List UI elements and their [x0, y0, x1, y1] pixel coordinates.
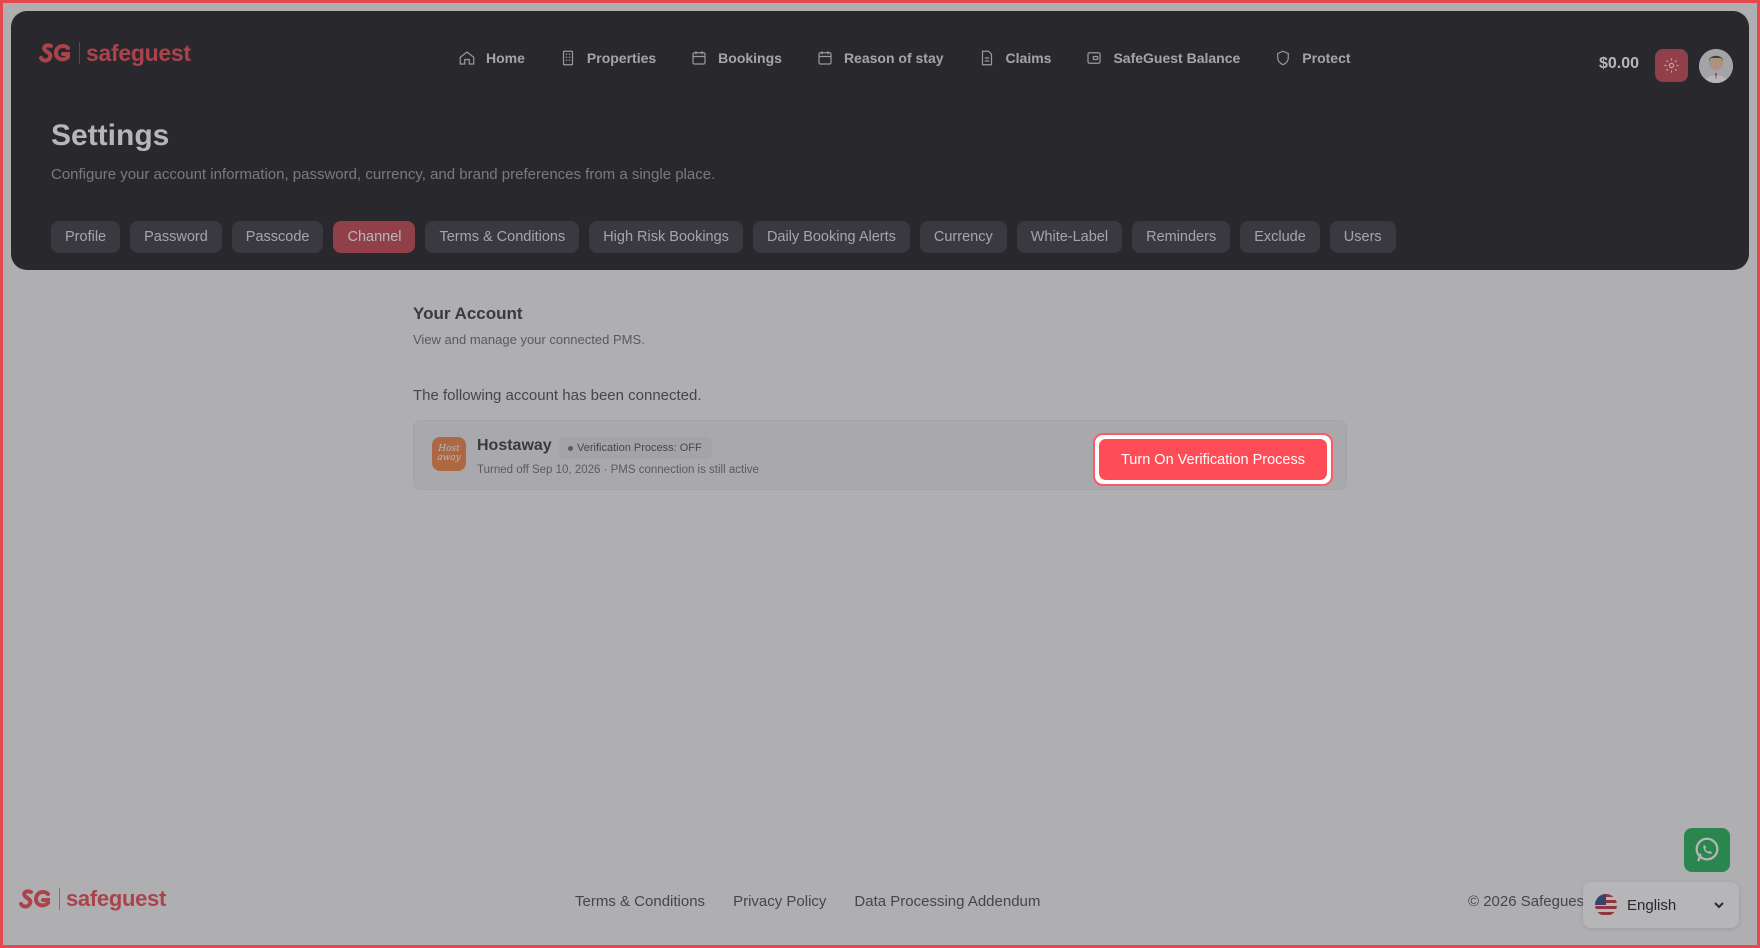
gear-icon [1664, 58, 1679, 73]
nav-protect[interactable]: Protect [1274, 49, 1351, 67]
us-flag-icon [1595, 894, 1617, 916]
pms-meta: Turned off Sep 10, 2026 · PMS connection… [477, 464, 759, 476]
section-title: Your Account [413, 304, 523, 323]
whatsapp-button[interactable] [1684, 828, 1730, 872]
footer-brand-name: safeguest [66, 886, 167, 911]
cta-focus-ring: Turn On Verification Process [1093, 433, 1333, 486]
language-selector[interactable]: English [1583, 882, 1739, 928]
nav-bookings[interactable]: Bookings [690, 49, 782, 67]
status-dot-icon [568, 445, 573, 451]
verification-status-label: Verification Process: OFF [577, 442, 702, 454]
main-nav: Home Properties Bookings Reason of stay … [458, 49, 1351, 67]
footer-link-terms[interactable]: Terms & Conditions [575, 893, 705, 910]
tab-terms-conditions[interactable]: Terms & Conditions [425, 221, 580, 253]
language-label: English [1627, 896, 1677, 914]
verification-status-badge: Verification Process: OFF [558, 437, 712, 459]
nav-claims-label: Claims [1005, 50, 1052, 66]
tab-exclude[interactable]: Exclude [1240, 221, 1320, 253]
nav-reason-of-stay[interactable]: Reason of stay [816, 49, 944, 67]
footer-link-dpa[interactable]: Data Processing Addendum [854, 893, 1040, 910]
tab-channel[interactable]: Channel [333, 221, 416, 253]
footer-link-privacy[interactable]: Privacy Policy [733, 893, 826, 910]
nav-properties[interactable]: Properties [559, 49, 656, 67]
nav-protect-label: Protect [1302, 50, 1351, 66]
nav-bookings-label: Bookings [718, 50, 782, 66]
nav-reason-of-stay-label: Reason of stay [843, 50, 944, 66]
page-title: Settings [51, 119, 170, 152]
home-icon [459, 51, 475, 65]
nav-safeguest-balance-label: SafeGuest Balance [1113, 50, 1241, 66]
calendar-icon [692, 51, 706, 65]
turn-on-verification-button[interactable]: Turn On Verification Process [1099, 439, 1327, 480]
chevron-down-icon [1713, 898, 1725, 910]
nav-home-label: Home [486, 50, 525, 66]
settings-button[interactable] [1655, 49, 1688, 82]
nav-claims[interactable]: Claims [978, 49, 1052, 67]
building-icon [562, 50, 574, 66]
nav-safeguest-balance[interactable]: SafeGuest Balance [1085, 49, 1240, 67]
tab-white-label[interactable]: White-Label [1016, 221, 1123, 253]
tab-password[interactable]: Password [130, 221, 222, 253]
pms-name: Hostaway [477, 437, 552, 454]
calendar-icon [818, 51, 832, 65]
logo-separator [59, 888, 60, 910]
tab-currency[interactable]: Currency [919, 221, 1007, 253]
tab-high-risk-bookings[interactable]: High Risk Bookings [589, 221, 743, 253]
footer-links: Terms & Conditions Privacy Policy Data P… [575, 893, 1040, 910]
tab-reminders[interactable]: Reminders [1132, 221, 1231, 253]
brand-logo[interactable]: safeguest [39, 39, 191, 67]
avatar-icon [1699, 49, 1733, 83]
logo-separator [79, 42, 80, 64]
safeguest-logo-icon [19, 889, 50, 909]
nav-home[interactable]: Home [458, 49, 525, 67]
hostaway-logo: Host away [432, 437, 466, 471]
footer-logo[interactable]: safeguest [19, 885, 166, 913]
safeguest-logo-icon [39, 43, 70, 63]
nav-properties-label: Properties [586, 50, 657, 66]
tab-users[interactable]: Users [1329, 221, 1396, 253]
wallet-icon [1087, 52, 1102, 64]
tab-passcode[interactable]: Passcode [231, 221, 324, 253]
tab-profile[interactable]: Profile [51, 221, 121, 253]
brand-name: safeguest [86, 39, 191, 66]
shield-icon [1277, 50, 1290, 66]
user-avatar[interactable] [1699, 49, 1733, 83]
connected-text: The following account has been connected… [413, 387, 702, 404]
section-subtitle: View and manage your connected PMS. [413, 332, 645, 347]
copyright-text: © 2026 Safeguest [1468, 893, 1588, 910]
balance-amount: $0.00 [1599, 55, 1640, 72]
tab-daily-booking-alerts[interactable]: Daily Booking Alerts [752, 221, 910, 253]
settings-tabs: Profile Password Passcode Channel Terms … [51, 221, 1396, 253]
whatsapp-icon [1695, 837, 1719, 862]
header-card: safeguest Home Properties Bookings Reaso… [11, 11, 1749, 270]
document-icon [981, 50, 992, 66]
page-subtitle: Configure your account information, pass… [51, 166, 716, 183]
